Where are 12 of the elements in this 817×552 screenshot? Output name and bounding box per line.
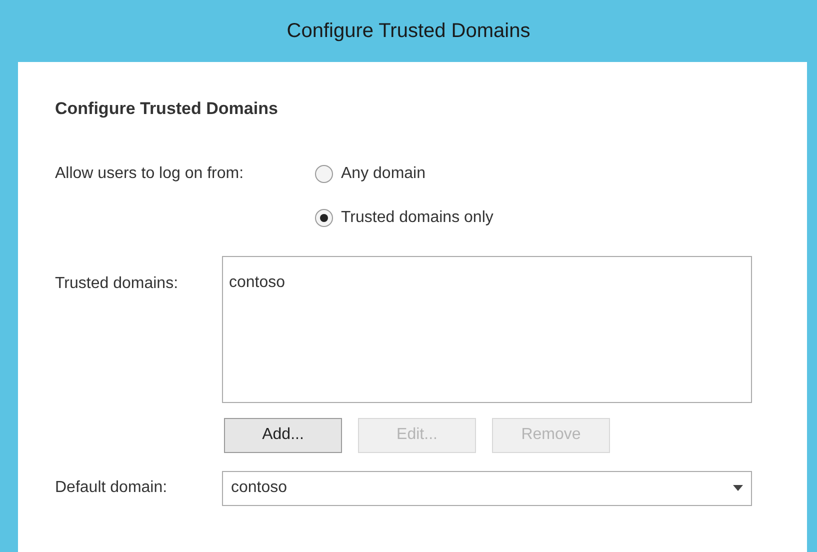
logon-label: Allow users to log on from: <box>55 164 245 184</box>
section-heading: Configure Trusted Domains <box>55 98 279 120</box>
default-domain-label: Default domain: <box>55 478 168 498</box>
window-title: Configure Trusted Domains <box>286 19 530 44</box>
list-item[interactable]: contoso <box>229 270 745 294</box>
domain-list[interactable]: contoso <box>222 256 752 402</box>
radio-option[interactable]: Trusted domains only <box>315 206 494 230</box>
radio-option[interactable]: Any domain <box>315 162 494 186</box>
action-button[interactable]: Add... <box>224 418 342 452</box>
trusted-domains-label: Trusted domains: <box>55 274 180 294</box>
dropdown-caret-icon <box>733 485 743 491</box>
default-domain-dropdown[interactable]: contoso <box>222 470 752 506</box>
